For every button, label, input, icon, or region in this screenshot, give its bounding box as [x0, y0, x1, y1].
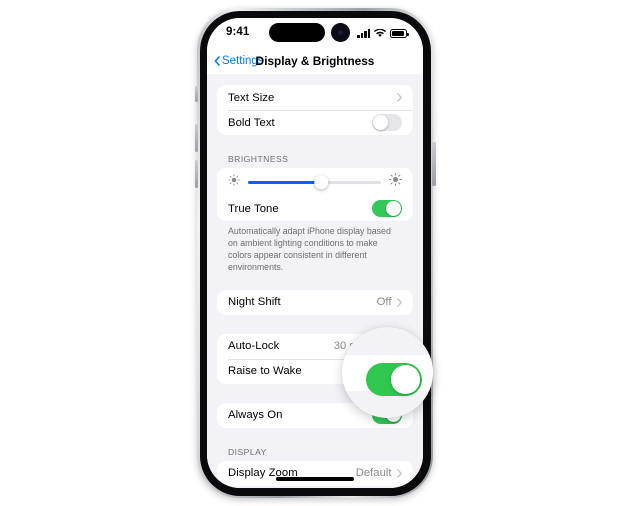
footnote-true-tone: Automatically adapt iPhone display based…: [228, 226, 391, 272]
status-bar: 9:41: [207, 18, 423, 48]
back-button-label: Settings: [222, 55, 264, 67]
row-label: Night Shift: [228, 296, 281, 308]
brightness-slider-fill: [248, 180, 322, 184]
group-text: Text Size Bold Text: [217, 85, 413, 135]
row-display-zoom[interactable]: Display Zoom Default: [217, 461, 413, 486]
cellular-bars-icon: [357, 29, 370, 38]
group-night-shift: Night Shift Off: [217, 289, 413, 315]
home-indicator[interactable]: [276, 477, 354, 481]
row-value: Off: [376, 296, 392, 308]
brightness-slider-track[interactable]: [248, 175, 381, 189]
row-label: Text Size: [228, 91, 275, 104]
row-true-tone[interactable]: True Tone: [217, 196, 413, 221]
navigation-bar: Settings Display & Brightness: [207, 48, 423, 74]
screenshot-root: 9:41 Settings Display & Brightness Text …: [0, 0, 641, 506]
footnote-display-zoom: Choose a view for iPhone. Larger Text sh…: [207, 486, 423, 489]
group-brightness: True Tone: [217, 168, 413, 221]
chevron-right-icon: [396, 468, 403, 478]
wifi-icon: [374, 29, 386, 38]
chevron-right-icon: [396, 297, 403, 307]
brightness-high-icon: [388, 172, 403, 191]
front-camera-icon: [331, 23, 350, 42]
power-button[interactable]: [432, 142, 436, 186]
volume-down-button[interactable]: [194, 160, 198, 188]
row-brightness-slider[interactable]: [217, 168, 413, 196]
battery-icon: [390, 29, 409, 38]
group-display: Display Zoom Default: [217, 460, 413, 486]
silent-switch[interactable]: [194, 86, 198, 102]
row-label: True Tone: [228, 202, 279, 215]
settings-list[interactable]: Text Size Bold Text BRIGHTNESS True Tone…: [207, 74, 423, 488]
section-header-display: DISPLAY: [228, 446, 267, 457]
brightness-slider-thumb[interactable]: [314, 175, 328, 189]
row-bold-text[interactable]: Bold Text: [217, 110, 413, 135]
back-button[interactable]: Settings: [214, 55, 264, 67]
dynamic-island: [269, 23, 325, 42]
true-tone-toggle[interactable]: [372, 199, 402, 218]
magnified-always-on-toggle[interactable]: [366, 363, 422, 396]
section-header-brightness: BRIGHTNESS: [228, 154, 289, 164]
row-label: Bold Text: [228, 116, 275, 129]
row-text-size[interactable]: Text Size: [217, 85, 413, 110]
volume-up-button[interactable]: [194, 124, 198, 152]
row-night-shift[interactable]: Night Shift Off: [217, 290, 413, 315]
row-value: Default: [355, 467, 392, 479]
row-label: Auto-Lock: [228, 340, 280, 352]
chevron-right-icon: [396, 93, 403, 102]
toggle-knob: [391, 365, 420, 394]
toggle-knob: [385, 200, 401, 216]
status-bar-time: 9:41: [226, 26, 250, 38]
chevron-left-icon: [214, 56, 220, 66]
always-on-toggle-magnifier: [342, 327, 433, 418]
brightness-low-icon: [228, 173, 240, 191]
bold-text-toggle[interactable]: [372, 113, 402, 132]
row-label: Always On: [228, 409, 283, 421]
toggle-knob: [373, 114, 389, 130]
status-bar-icons: [357, 26, 409, 38]
